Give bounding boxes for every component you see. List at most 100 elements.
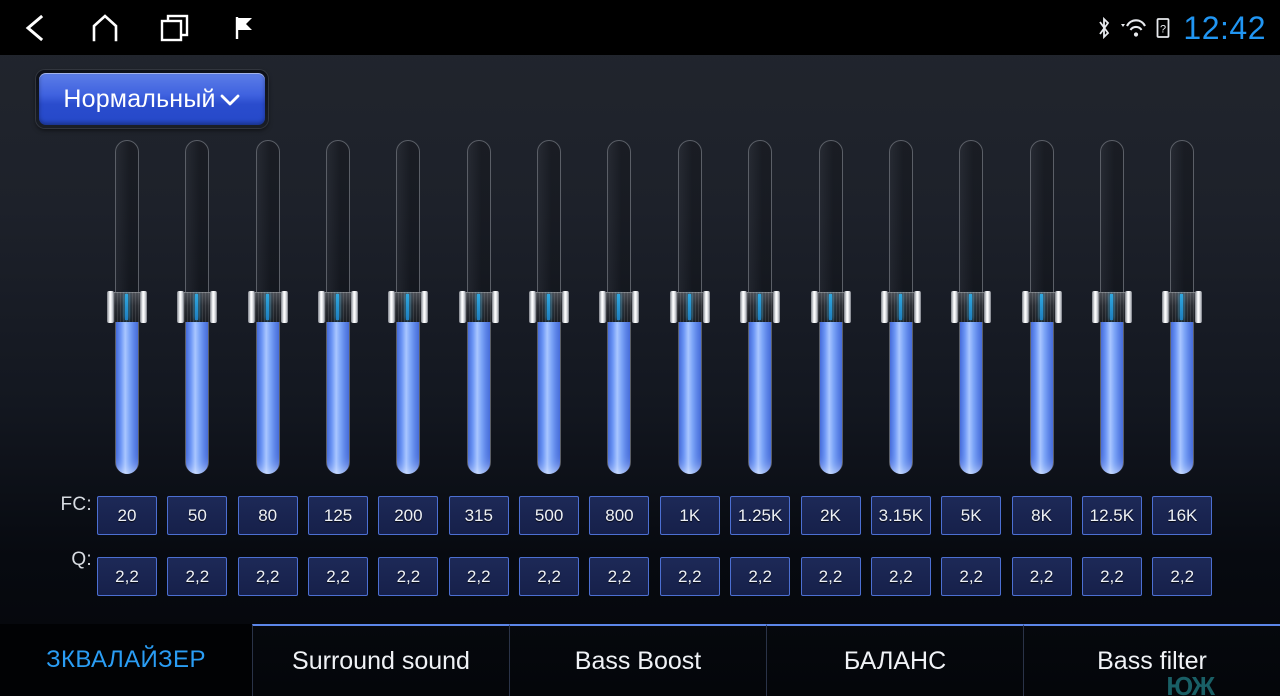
fc-cell[interactable]: 800	[589, 496, 650, 535]
eq-slider-1.25k[interactable]	[740, 140, 781, 474]
fc-cell[interactable]: 1K	[659, 496, 720, 535]
eq-slider-thumb-cap-right	[562, 291, 570, 323]
q-cell[interactable]: 2,2	[378, 557, 439, 596]
eq-slider-800[interactable]	[599, 140, 640, 474]
eq-slider-thumb-grip	[254, 292, 281, 322]
eq-slider-fill	[960, 307, 983, 474]
tab-2[interactable]: Bass Boost	[509, 624, 766, 696]
q-cell[interactable]: 2,2	[1081, 557, 1142, 596]
eq-slider-thumb[interactable]	[1091, 291, 1132, 323]
eq-slider-1k[interactable]	[669, 140, 710, 474]
q-cell[interactable]: 2,2	[1152, 557, 1213, 596]
q-cell[interactable]: 2,2	[1011, 557, 1072, 596]
q-cell[interactable]: 2,2	[167, 557, 228, 596]
fc-cell[interactable]: 3.15K	[870, 496, 931, 535]
q-cell[interactable]: 2,2	[870, 557, 931, 596]
status-indicators: ? 12:42	[1096, 0, 1266, 55]
q-cell[interactable]: 2,2	[97, 557, 157, 596]
fc-cell[interactable]: 20	[97, 496, 157, 535]
equalizer-screen: ? 12:42 Нормальный FC: Q: 20 2,2 50 2,2 80 2,…	[0, 0, 1280, 696]
eq-slider-8k[interactable]	[1021, 140, 1062, 474]
fc-cell[interactable]: 16K	[1152, 496, 1213, 535]
eq-slider-fill	[1171, 307, 1194, 474]
eq-slider-5k[interactable]	[951, 140, 992, 474]
eq-slider-thumb-cap-right	[280, 291, 288, 323]
eq-slider-thumb[interactable]	[247, 291, 288, 323]
q-cell[interactable]: 2,2	[589, 557, 650, 596]
flag-icon[interactable]	[210, 0, 280, 55]
tab-3[interactable]: БАЛАНС	[766, 624, 1023, 696]
eq-slider-thumb-cap-right	[632, 291, 640, 323]
fc-cell[interactable]: 80	[237, 496, 298, 535]
eq-slider-12.5k[interactable]	[1091, 140, 1132, 474]
eq-slider-thumb-cap-right	[140, 291, 147, 323]
fc-cell[interactable]: 5K	[941, 496, 1002, 535]
eq-slider-125[interactable]	[318, 140, 359, 474]
q-cell[interactable]: 2,2	[519, 557, 580, 596]
q-cell[interactable]: 2,2	[730, 557, 791, 596]
eq-slider-200[interactable]	[388, 140, 429, 474]
fc-cell[interactable]: 12.5K	[1081, 496, 1142, 535]
q-cell[interactable]: 2,2	[448, 557, 509, 596]
eq-slider-fill	[467, 307, 490, 474]
fc-cell[interactable]: 50	[167, 496, 228, 535]
eq-slider-80[interactable]	[247, 140, 288, 474]
q-cell[interactable]: 2,2	[659, 557, 720, 596]
q-cell[interactable]: 2,2	[237, 557, 298, 596]
eq-slider-thumb[interactable]	[880, 291, 921, 323]
q-cell[interactable]: 2,2	[308, 557, 369, 596]
fc-cell[interactable]: 2K	[800, 496, 861, 535]
eq-slider-thumb[interactable]	[810, 291, 851, 323]
eq-slider-thumb[interactable]	[599, 291, 640, 323]
eq-slider-thumb[interactable]	[669, 291, 710, 323]
eq-slider-thumb-grip	[606, 292, 633, 322]
eq-slider-thumb-cap-right	[1195, 291, 1203, 323]
eq-slider-thumb-cap-left	[388, 291, 396, 323]
eq-slider-thumb-grip	[1169, 292, 1196, 322]
eq-slider-2k[interactable]	[810, 140, 851, 474]
eq-slider-thumb[interactable]	[107, 291, 147, 323]
eq-slider-thumb[interactable]	[458, 291, 499, 323]
tab-4[interactable]: Bass filter	[1023, 624, 1280, 696]
eq-slider-20[interactable]	[107, 140, 147, 474]
eq-slider-thumb-grip	[958, 292, 985, 322]
fc-cell[interactable]: 315	[448, 496, 509, 535]
navigation-bar	[0, 0, 280, 55]
eq-slider-3.15k[interactable]	[880, 140, 921, 474]
eq-slider-50[interactable]	[177, 140, 218, 474]
eq-slider-thumb[interactable]	[740, 291, 781, 323]
fc-cell[interactable]: 1.25K	[730, 496, 791, 535]
q-cell[interactable]: 2,2	[800, 557, 861, 596]
eq-slider-500[interactable]	[529, 140, 570, 474]
eq-slider-thumb[interactable]	[318, 291, 359, 323]
eq-slider-thumb[interactable]	[177, 291, 218, 323]
eq-slider-thumb-grip	[536, 292, 563, 322]
eq-slider-thumb-cap-left	[880, 291, 888, 323]
recents-icon-glyph	[160, 14, 189, 41]
battery-icon: ?	[1157, 17, 1170, 38]
svg-text:?: ?	[1160, 23, 1166, 35]
eq-slider-thumb-cap-left	[1091, 291, 1099, 323]
eq-slider-thumb[interactable]	[1162, 291, 1203, 323]
tab-1[interactable]: Surround sound	[252, 624, 509, 696]
fc-cell[interactable]: 200	[378, 496, 439, 535]
fc-cell[interactable]: 125	[308, 496, 369, 535]
eq-slider-thumb[interactable]	[529, 291, 570, 323]
back-icon[interactable]	[0, 0, 70, 55]
eq-slider-fill	[819, 307, 842, 474]
recents-icon[interactable]	[140, 0, 210, 55]
eq-slider-thumb-cap-left	[599, 291, 607, 323]
wifi-icon	[1121, 18, 1147, 37]
eq-slider-16k[interactable]	[1162, 140, 1203, 474]
q-cell[interactable]: 2,2	[941, 557, 1002, 596]
status-bar: ? 12:42	[0, 0, 1280, 55]
eq-slider-thumb[interactable]	[1021, 291, 1062, 323]
fc-row-label: FC:	[60, 494, 92, 515]
eq-slider-315[interactable]	[458, 140, 499, 474]
eq-slider-thumb[interactable]	[388, 291, 429, 323]
fc-cell[interactable]: 8K	[1011, 496, 1072, 535]
fc-cell[interactable]: 500	[519, 496, 580, 535]
eq-slider-thumb[interactable]	[951, 291, 992, 323]
home-icon[interactable]	[70, 0, 140, 55]
tab-active-0[interactable]: ЗКВАЛАЙЗЕР	[0, 624, 252, 696]
